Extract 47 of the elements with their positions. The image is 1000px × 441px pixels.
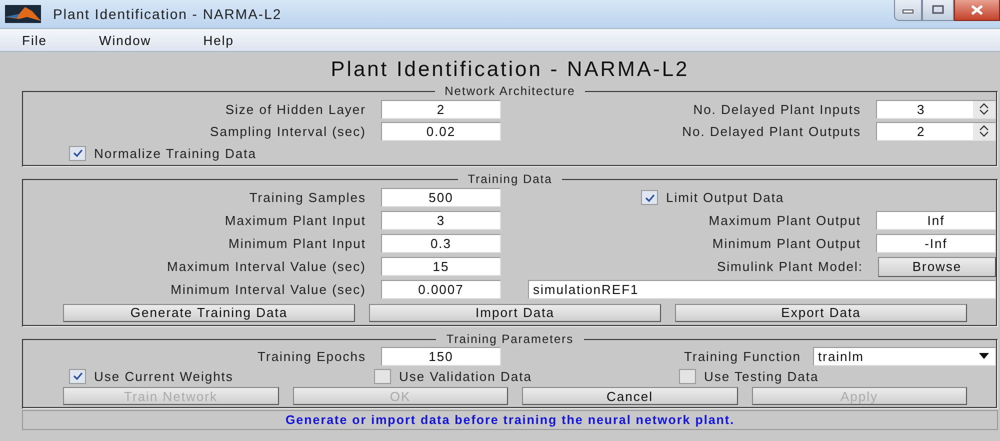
browse-button[interactable]: Browse <box>878 256 996 276</box>
input-field[interactable]: 150 <box>381 346 501 366</box>
action-button[interactable]: Import Data <box>369 304 661 322</box>
input-field[interactable]: 15 <box>381 257 501 276</box>
field-label: No. Delayed Plant Outputs <box>681 124 861 138</box>
panel-title: Training Parameters <box>445 333 575 346</box>
input-field[interactable]: 0.02 <box>381 122 501 140</box>
field-label: Size of Hidden Layer <box>224 102 366 116</box>
panel-title: Training Data <box>466 173 554 186</box>
input-field[interactable]: -Inf <box>876 234 996 253</box>
field-label: Simulink Plant Model: <box>716 259 863 274</box>
input-field[interactable]: 3 <box>381 211 501 230</box>
checkbox[interactable]: Use Current Weights <box>69 368 374 384</box>
input-field[interactable]: 2 <box>381 100 501 118</box>
status-message: Generate or import data before training the neural network plant. <box>22 410 998 430</box>
checkbox[interactable]: Use Validation Data <box>374 368 679 384</box>
checkbox[interactable]: Normalize Training Data <box>69 146 256 160</box>
action-button[interactable]: Generate Training Data <box>63 304 355 322</box>
spinner-field[interactable]: 3 <box>876 100 996 118</box>
input-field[interactable]: 0.3 <box>381 234 501 253</box>
field-label: Minimum Plant Input <box>228 236 366 251</box>
field-label: Maximum Plant Output <box>708 213 861 228</box>
menu-item[interactable]: Window <box>98 32 152 48</box>
spinner-field[interactable]: 2 <box>876 122 996 140</box>
input-field[interactable]: simulationREF1 <box>528 280 996 299</box>
panel-title: Network Architecture <box>444 85 576 98</box>
field-label: Maximum Interval Value (sec) <box>166 259 366 274</box>
menu-item[interactable]: File <box>22 32 47 48</box>
field-label: Minimum Plant Output <box>711 236 861 251</box>
action-button[interactable]: Export Data <box>675 304 967 322</box>
checkbox[interactable]: Use Testing Data <box>679 368 984 384</box>
field-label: Sampling Interval (sec) <box>209 124 366 138</box>
field-label: No. Delayed Plant Inputs <box>692 102 861 116</box>
input-field[interactable]: Inf <box>876 211 996 230</box>
field-label: Maximum Plant Input <box>224 213 366 228</box>
action-button[interactable]: Cancel <box>522 387 738 405</box>
field-label: Minimum Interval Value (sec) <box>170 282 366 297</box>
dropdown[interactable]: trainlm <box>813 346 996 366</box>
field-label: Training Samples <box>248 190 366 205</box>
field-label: Training Function <box>683 348 801 364</box>
menu-item[interactable]: Help <box>203 32 234 48</box>
window-title: Plant Identification - NARMA-L2 <box>53 6 282 22</box>
input-field[interactable]: 500 <box>381 188 501 207</box>
checkbox[interactable]: Limit Output Data <box>641 190 784 205</box>
dialog-heading: Plant Identification - NARMA-L2 <box>330 57 690 83</box>
field-label: Training Epochs <box>256 348 366 364</box>
input-field[interactable]: 0.0007 <box>381 280 501 299</box>
